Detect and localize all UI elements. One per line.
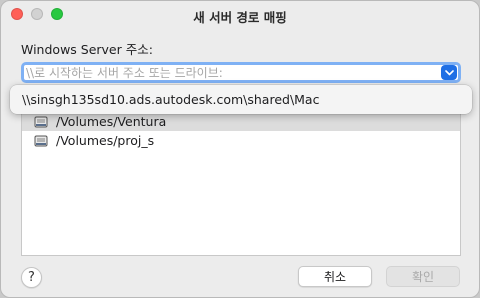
suggestion-dropdown[interactable]: \\sinsgh135sd10.ads.autodesk.com\shared\… [10, 85, 472, 114]
list-item-label: /Volumes/Ventura [56, 114, 167, 129]
help-button[interactable]: ? [21, 267, 42, 288]
server-address-label: Windows Server 주소: [21, 42, 153, 57]
minimize-button[interactable] [31, 8, 43, 20]
cancel-button[interactable]: 취소 [298, 266, 372, 287]
disk-icon [34, 116, 48, 127]
window-title: 새 서버 경로 매핑 [193, 9, 287, 25]
zoom-button[interactable] [51, 8, 63, 20]
close-button[interactable] [11, 8, 23, 20]
server-address-input[interactable] [24, 65, 434, 80]
dialog-window: 새 서버 경로 매핑 Windows Server 주소: \\sinsgh13… [0, 0, 480, 298]
mapping-list[interactable]: /Volumes/Ventura /Volumes/proj_s [21, 111, 461, 256]
chevron-down-icon [444, 69, 454, 75]
list-item[interactable]: /Volumes/Ventura [22, 112, 460, 131]
ok-button[interactable]: 확인 [386, 266, 460, 287]
server-address-combobox[interactable] [21, 62, 461, 83]
list-item-label: /Volumes/proj_s [56, 133, 155, 148]
window-controls [11, 8, 63, 20]
combobox-dropdown-button[interactable] [441, 65, 457, 80]
disk-icon [34, 135, 48, 146]
titlebar: 새 서버 경로 매핑 [1, 1, 479, 31]
suggestion-item[interactable]: \\sinsgh135sd10.ads.autodesk.com\shared\… [22, 92, 319, 107]
list-item[interactable]: /Volumes/proj_s [22, 131, 460, 150]
